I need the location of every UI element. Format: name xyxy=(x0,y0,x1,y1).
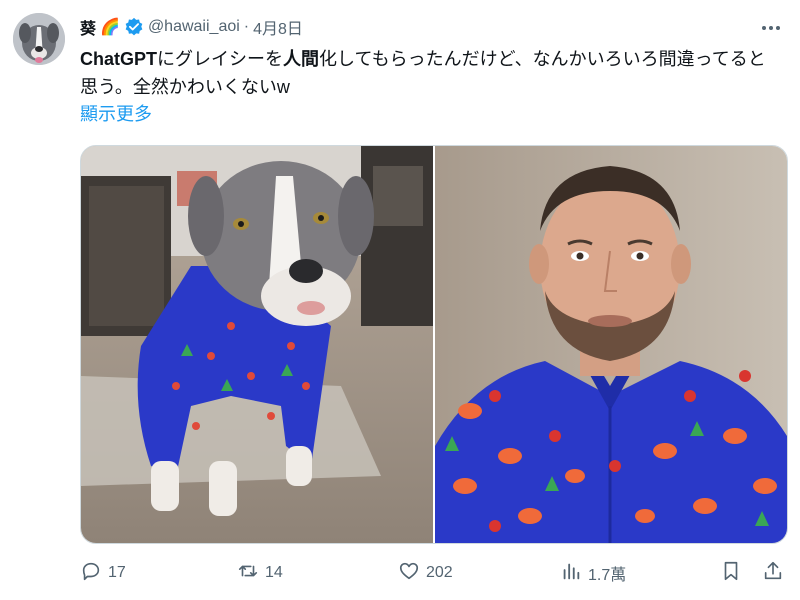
reply-button[interactable]: 17 xyxy=(80,558,126,588)
photo-man-in-shirt[interactable] xyxy=(435,146,787,543)
bookmark-icon xyxy=(720,560,742,587)
avatar[interactable] xyxy=(13,13,65,65)
like-button[interactable]: 202 xyxy=(398,558,453,588)
reply-icon xyxy=(80,560,102,587)
views-count: 1.7萬 xyxy=(588,567,627,584)
share-icon xyxy=(762,560,784,587)
retweet-count: 14 xyxy=(265,564,283,581)
tweet-actions: 17 14 202 1.7萬 xyxy=(80,558,790,588)
tweet-text: ChatGPTにグレイシーを人間化してもらったんだけど、なんかいろいろ間違ってる… xyxy=(80,45,780,101)
display-name[interactable]: 葵 xyxy=(80,15,96,39)
verified-badge-icon xyxy=(124,17,144,37)
avatar-dog-image xyxy=(13,13,65,65)
more-icon[interactable] xyxy=(756,14,786,42)
separator-dot: · xyxy=(243,18,250,35)
photo-dog-in-pajamas[interactable] xyxy=(81,146,433,543)
tweet-text-part-2: にグレイシーを xyxy=(157,49,284,69)
user-handle[interactable]: @hawaii_aoi xyxy=(148,18,240,36)
reply-count: 17 xyxy=(108,564,126,581)
bookmark-button[interactable] xyxy=(720,558,742,588)
views-button[interactable]: 1.7萬 xyxy=(560,558,626,588)
retweet-icon xyxy=(237,560,259,587)
show-more-link[interactable]: 顯示更多 xyxy=(80,100,152,126)
tweet-text-chatgpt: ChatGPT xyxy=(80,49,158,69)
retweet-button[interactable]: 14 xyxy=(237,558,283,588)
like-count: 202 xyxy=(426,564,453,581)
tweet-text-human: 人間 xyxy=(283,49,320,69)
tweet-header: 葵 🌈 @hawaii_aoi · 4月8日 xyxy=(80,14,303,40)
share-button[interactable] xyxy=(762,558,784,588)
heart-icon xyxy=(398,560,420,587)
media-grid xyxy=(80,145,788,544)
views-icon xyxy=(560,560,582,587)
tweet-date[interactable]: 4月8日 xyxy=(253,15,303,39)
rainbow-emoji: 🌈 xyxy=(100,19,120,36)
